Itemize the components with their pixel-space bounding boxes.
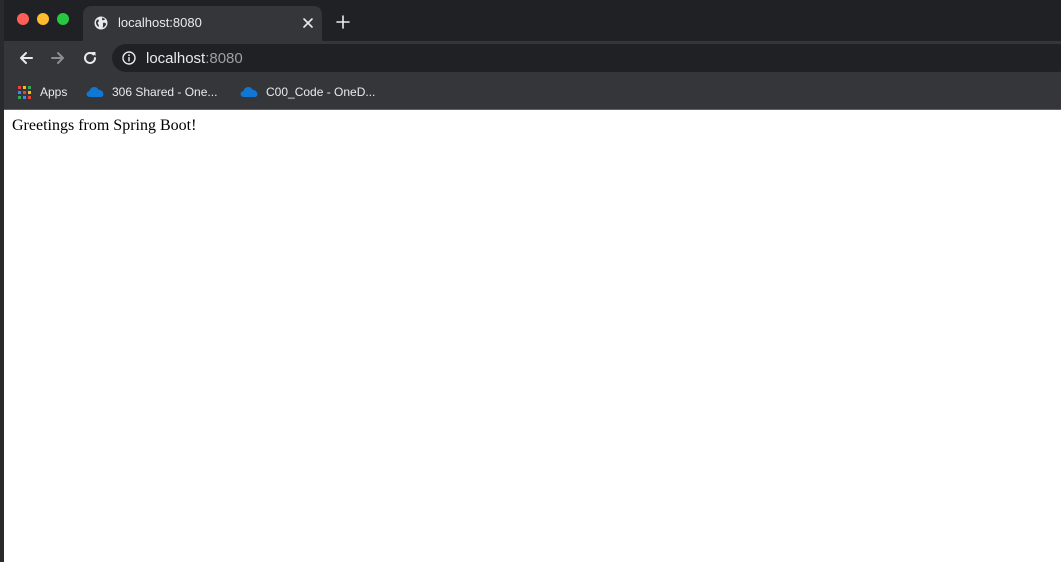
close-tab-icon[interactable] xyxy=(302,17,314,29)
bookmark-c00-code[interactable]: C00_Code - OneD... xyxy=(240,83,375,101)
address-bar[interactable]: localhost:8080 xyxy=(112,44,1061,72)
page-content: Greetings from Spring Boot! xyxy=(4,110,1061,562)
bookmark-label: 306 Shared - One... xyxy=(112,85,218,99)
navigation-toolbar: localhost:8080 xyxy=(4,41,1061,75)
tab-localhost[interactable]: localhost:8080 xyxy=(83,6,322,41)
greeting-text: Greetings from Spring Boot! xyxy=(12,117,197,134)
tab-title: localhost:8080 xyxy=(118,15,202,30)
url-host: localhost xyxy=(146,50,206,67)
onedrive-cloud-icon xyxy=(240,87,258,97)
reload-icon[interactable] xyxy=(82,50,98,66)
url-text[interactable]: localhost:8080 xyxy=(146,50,243,67)
minimize-window-button[interactable] xyxy=(37,13,49,25)
bookmark-label: Apps xyxy=(40,85,68,99)
apps-grid-icon xyxy=(18,85,32,100)
bookmarks-bar: Apps 306 Shared - One... C00_Code - OneD… xyxy=(4,75,1061,110)
new-tab-plus-icon[interactable] xyxy=(336,15,350,29)
bookmark-apps[interactable]: Apps xyxy=(18,83,67,101)
close-window-button[interactable] xyxy=(17,13,29,25)
tab-strip: localhost:8080 xyxy=(4,0,1061,41)
bookmark-306-shared[interactable]: 306 Shared - One... xyxy=(86,83,217,101)
url-port: :8080 xyxy=(205,50,243,67)
globe-icon xyxy=(94,16,108,30)
info-icon[interactable] xyxy=(122,51,136,65)
back-arrow-icon[interactable] xyxy=(18,50,34,66)
forward-arrow-icon[interactable] xyxy=(50,50,66,66)
bookmark-label: C00_Code - OneD... xyxy=(266,85,376,99)
browser-window: localhost:8080 localhost:8080 Apps 306 S… xyxy=(4,0,1061,562)
maximize-window-button[interactable] xyxy=(57,13,69,25)
onedrive-cloud-icon xyxy=(86,87,104,97)
